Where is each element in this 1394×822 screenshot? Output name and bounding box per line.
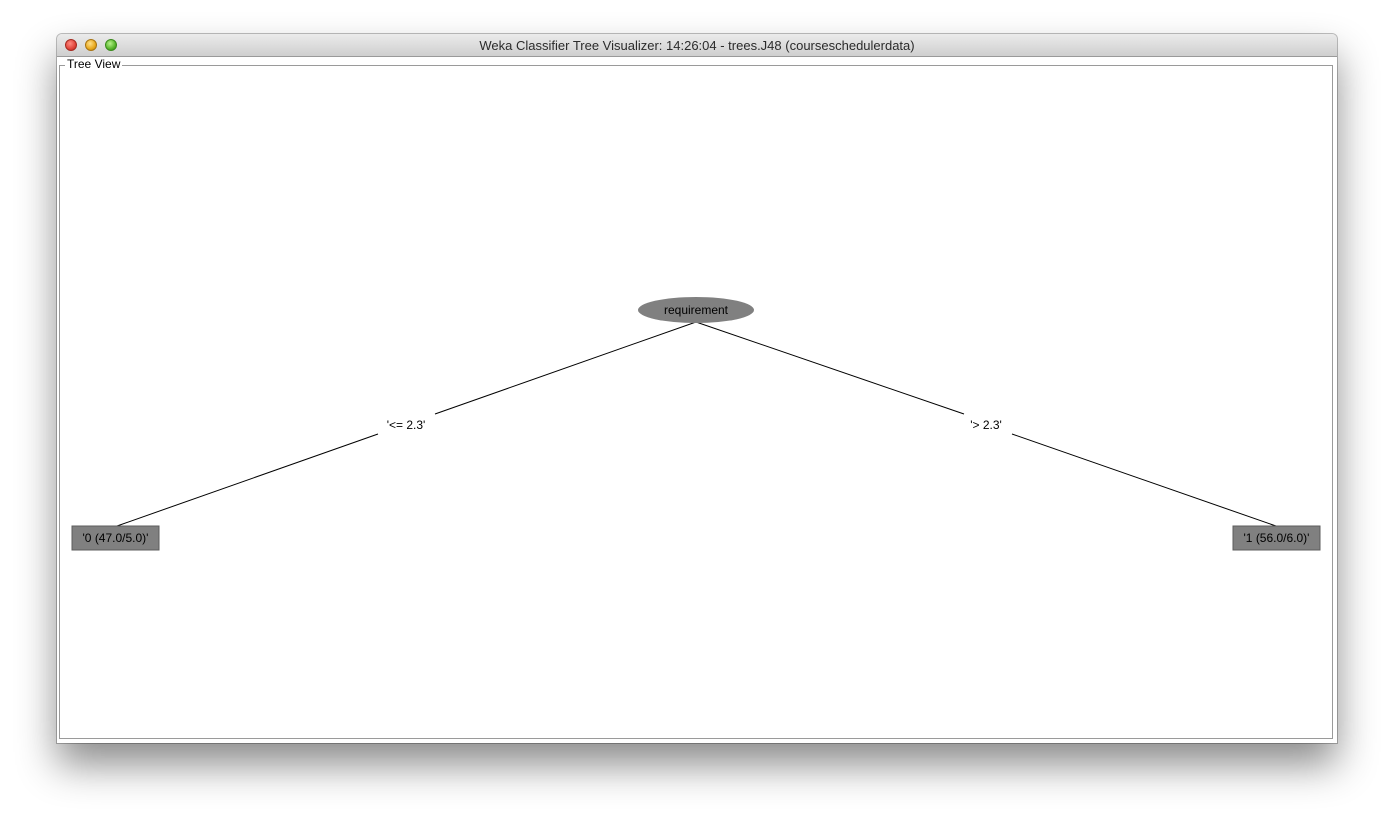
root-node-label: requirement xyxy=(664,303,729,317)
leaf-node-right-label: '1 (56.0/6.0)' xyxy=(1244,531,1310,545)
leaf-node-left-label: '0 (47.0/5.0)' xyxy=(83,531,149,545)
leaf-node-right[interactable]: '1 (56.0/6.0)' xyxy=(1232,525,1321,551)
window-title: Weka Classifier Tree Visualizer: 14:26:0… xyxy=(479,38,915,53)
root-node[interactable]: requirement xyxy=(638,297,754,323)
leaf-node-left[interactable]: '0 (47.0/5.0)' xyxy=(71,525,160,551)
tree-view-content: Tree View '<= 2.3' '> 2.3' requirement '… xyxy=(57,57,1337,743)
app-window: Weka Classifier Tree Visualizer: 14:26:0… xyxy=(57,34,1337,743)
edge-line-left xyxy=(116,433,379,527)
edge-label-right: '> 2.3' xyxy=(970,418,1002,432)
title-bar[interactable]: Weka Classifier Tree Visualizer: 14:26:0… xyxy=(57,34,1337,57)
edge-line-right xyxy=(695,321,965,415)
edge-label-left: '<= 2.3' xyxy=(387,418,426,432)
edge-line-right xyxy=(1011,433,1277,527)
edge-line-left xyxy=(434,321,697,415)
tree-canvas[interactable]: '<= 2.3' '> 2.3' requirement '0 (47.0/5.… xyxy=(57,57,1337,743)
